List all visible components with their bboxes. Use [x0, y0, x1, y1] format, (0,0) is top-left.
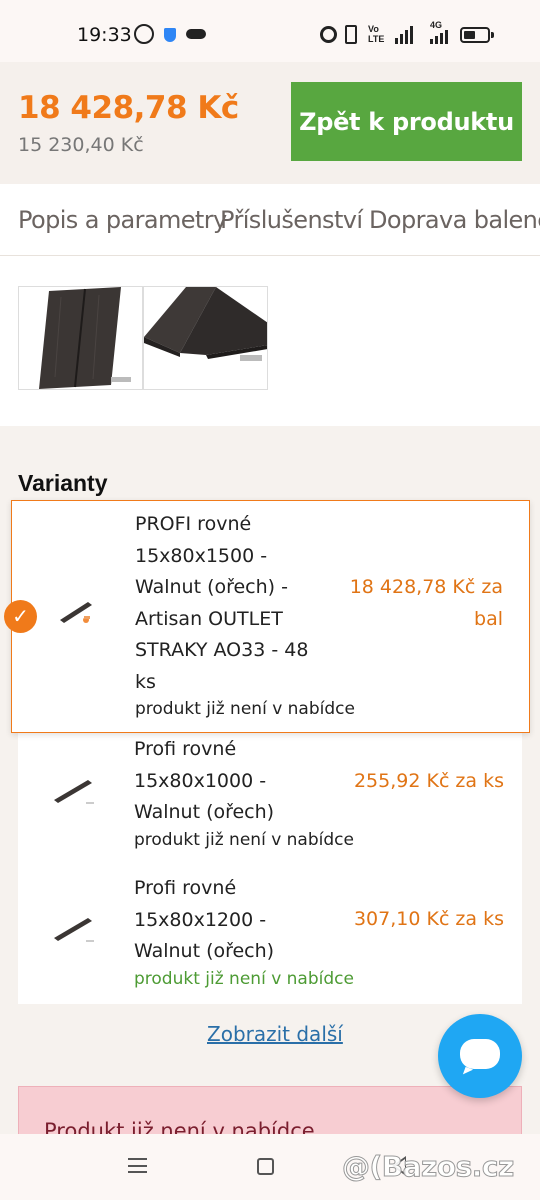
product-thumbnail-1[interactable]	[18, 286, 143, 390]
variant-status: produkt již není v nabídce	[134, 830, 354, 850]
battery-icon	[460, 27, 490, 43]
chat-button[interactable]	[438, 1014, 522, 1098]
product-price: 18 428,78 Kč	[18, 90, 239, 126]
menu-icon[interactable]	[128, 1158, 147, 1173]
variant-price: 255,92 Kč za ks	[353, 770, 504, 792]
tab-accessories[interactable]: Příslušenství	[220, 206, 363, 234]
variant-price-line: bal	[474, 607, 503, 630]
shield-icon	[164, 28, 176, 42]
variant-price: 18 428,78 Kč za bal	[350, 572, 503, 635]
variant-name-line: Profi rovné	[134, 738, 237, 760]
variant-name-line: Walnut (ořech)	[134, 801, 275, 823]
variant-name: Profi rovné 15x80x1200 - Walnut (ořech)	[134, 873, 274, 968]
chat-bubble-icon	[460, 1039, 500, 1069]
price-header: 18 428,78 Kč 15 230,40 Kč Zpět k produkt…	[0, 62, 540, 184]
vibrate-icon	[345, 25, 357, 44]
product-thumbnail-2[interactable]	[143, 286, 268, 390]
variant-name-line: ks	[135, 670, 156, 693]
variant-status: produkt již není v nabídce	[134, 969, 354, 989]
back-to-product-button[interactable]: Zpět k produktu	[291, 82, 522, 161]
product-gallery	[0, 256, 540, 426]
signal-icon	[395, 26, 415, 44]
variant-name: PROFI rovné 15x80x1500 - Walnut (ořech) …	[135, 509, 308, 698]
volte-indicator: Vo LTE	[368, 24, 385, 44]
variant-name-line: Walnut (ořech)	[134, 940, 275, 962]
variant-name-line: Walnut (ořech) -	[135, 576, 288, 598]
whatsapp-icon	[134, 24, 154, 44]
variants-title: Varianty	[18, 470, 108, 496]
tab-description[interactable]: Popis a parametry	[18, 206, 227, 234]
variant-name-line: 15x80x1500 -	[135, 544, 268, 567]
check-icon: ✓	[4, 600, 37, 633]
variant-name-line: Profi rovné	[134, 877, 237, 899]
product-price-excl-vat: 15 230,40 Kč	[18, 134, 144, 156]
watermark-logo: @(Bazos.cz	[342, 1150, 515, 1184]
variant-thumbnail	[60, 602, 92, 623]
variant-thumbnail	[54, 918, 94, 942]
alarm-icon	[320, 26, 337, 43]
variant-name-line: PROFI rovné	[135, 513, 252, 535]
battery-tip	[491, 32, 494, 38]
cloud-icon	[186, 29, 206, 39]
product-tabs: Popis a parametry Příslušenství Doprava …	[0, 184, 540, 256]
variant-name-line: 15x80x1200 -	[134, 908, 267, 931]
signal-icon-2	[430, 30, 450, 44]
variant-thumbnail	[54, 780, 94, 804]
variant-name-line: STRAKY AO33 - 48	[135, 639, 309, 661]
status-time: 19:33	[77, 24, 132, 46]
tab-shipping[interactable]: Doprava balené pl	[369, 206, 540, 234]
home-icon[interactable]	[257, 1158, 274, 1175]
variant-name-line: Artisan OUTLET	[135, 607, 283, 630]
variant-status: produkt již není v nabídce	[135, 699, 355, 719]
variant-price: 307,10 Kč za ks	[353, 908, 504, 930]
network-type: 4G	[430, 20, 443, 30]
variant-name: Profi rovné 15x80x1000 - Walnut (ořech)	[134, 734, 274, 829]
variant-name-line: 15x80x1000 -	[134, 769, 267, 792]
status-bar: 19:33 Vo LTE 4G	[0, 0, 540, 62]
variant-price-line: 18 428,78 Kč za	[349, 576, 503, 598]
show-more-link[interactable]: Zobrazit další	[207, 1022, 343, 1046]
